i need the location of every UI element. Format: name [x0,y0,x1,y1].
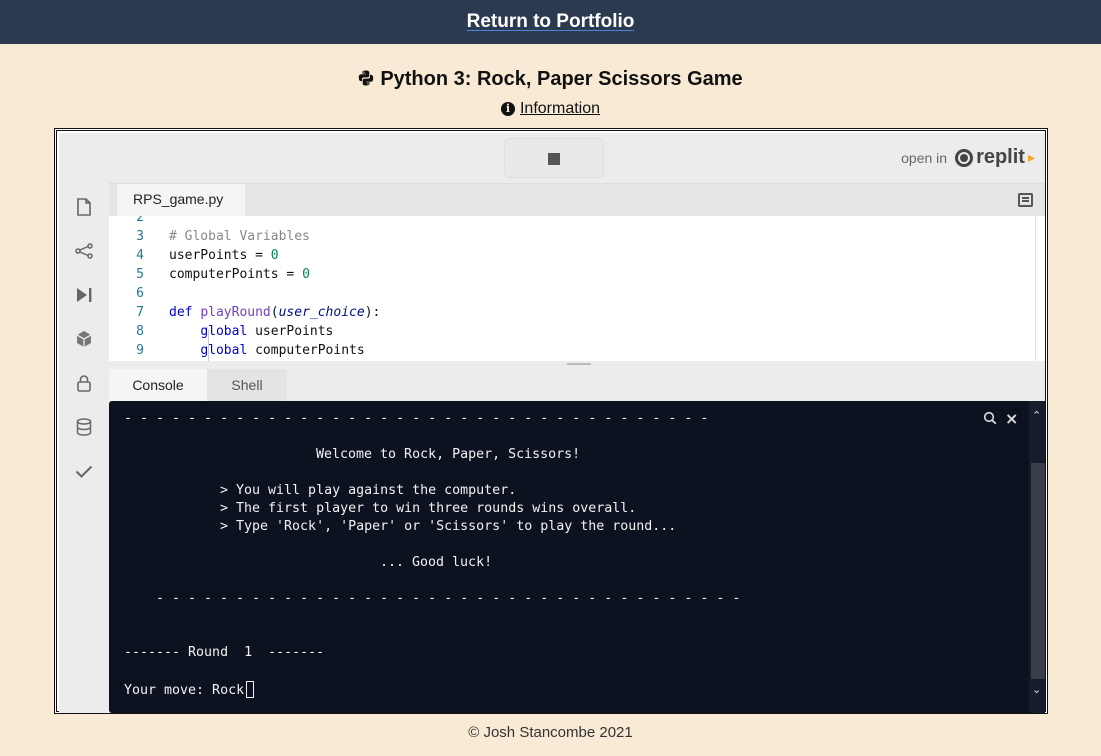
top-nav-bar: Return to Portfolio [0,0,1101,44]
replit-embed: open in replit ▸ RPS_game.py 2 3 # Globa… [59,133,1045,713]
code-line: 9 global computerPoints [136,343,365,358]
terminal-line: > You will play against the computer. [220,483,517,498]
replit-brand-text: replit [976,146,1025,168]
open-in-replit[interactable]: open in replit ▸ [901,146,1035,169]
terminal-scrollbar[interactable]: ⌃ ⌄ [1029,401,1045,713]
code-line: 7 def playRound(user_choice): [136,305,381,320]
stop-button[interactable] [504,138,604,178]
terminal-line: Welcome to Rock, Paper, Scissors! [316,447,581,462]
return-to-portfolio-link[interactable]: Return to Portfolio [467,11,635,33]
code-line: 5 computerPoints = 0 [136,267,310,282]
search-icon[interactable] [983,411,997,425]
editor-menu-icon[interactable] [1018,193,1033,207]
replit-spark-icon: ▸ [1027,149,1035,165]
console-terminal[interactable]: - - - - - - - - - - - - - - - - - - - - … [109,401,1045,713]
terminal-line: ... Good luck! [380,555,493,570]
scroll-down-icon[interactable]: ⌄ [1032,683,1041,696]
page-title-text: Python 3: Rock, Paper Scissors Game [380,68,743,90]
share-icon[interactable] [74,241,94,261]
terminal-input-line[interactable]: Your move: Rock [124,681,255,698]
code-line: 4 userPoints = 0 [136,248,279,263]
open-in-label: open in [901,149,948,166]
tab-shell[interactable]: Shell [207,369,287,401]
indent-guide [208,330,209,361]
information-link-row[interactable]: i Information [0,100,1101,118]
packages-icon[interactable] [74,329,94,349]
python-icon [359,70,374,86]
replit-embed-frame: open in replit ▸ RPS_game.py 2 3 # Globa… [54,128,1048,714]
sidebar [59,183,109,713]
file-icon[interactable] [74,197,94,217]
run-step-icon[interactable] [74,285,94,305]
code-line: 6 [136,286,144,301]
information-link[interactable]: Information [520,100,600,117]
scrollbar-thumb[interactable] [1031,463,1045,679]
pane-splitter[interactable] [109,361,1045,369]
code-editor[interactable]: 2 3 # Global Variables 4 userPoints = 0 5c… [109,216,1035,361]
replit-ring-icon [955,148,974,167]
terminal-line: > The first player to win three rounds w… [220,501,637,516]
terminal-prompt: Your move: Rock [124,683,245,698]
editor-tab-bar: RPS_game.py [109,183,1045,217]
replit-logo[interactable]: replit ▸ [955,146,1035,169]
terminal-line: > Type 'Rock', 'Paper' or 'Scissors' to … [220,519,677,534]
stop-icon [548,153,560,165]
terminal-line: ------- Round 1 ------- [124,645,325,660]
footer-copyright: © Josh Stancombe 2021 [468,724,633,741]
tab-console[interactable]: Console [109,369,207,401]
info-icon: i [500,102,515,116]
lock-icon[interactable] [74,373,94,393]
page-title: Python 3: Rock, Paper Scissors Game [0,68,1101,91]
editor-scrollbar[interactable] [1035,216,1045,361]
scroll-up-icon[interactable]: ⌃ [1032,409,1041,422]
code-line: 3 # Global Variables [136,229,310,244]
terminal-line: - - - - - - - - - - - - - - - - - - - - … [124,411,709,426]
close-icon[interactable]: × [1005,409,1018,428]
file-tab[interactable]: RPS_game.py [117,184,245,217]
splitter-grip-icon [567,363,591,365]
code-line: 2 [136,216,144,225]
database-icon[interactable] [74,417,94,437]
console-tab-bar: Console Shell [109,369,1045,401]
check-icon[interactable] [74,461,94,481]
terminal-line: - - - - - - - - - - - - - - - - - - - - … [156,591,741,606]
terminal-cursor [246,681,255,698]
code-line: 8 global userPoints [136,324,334,339]
